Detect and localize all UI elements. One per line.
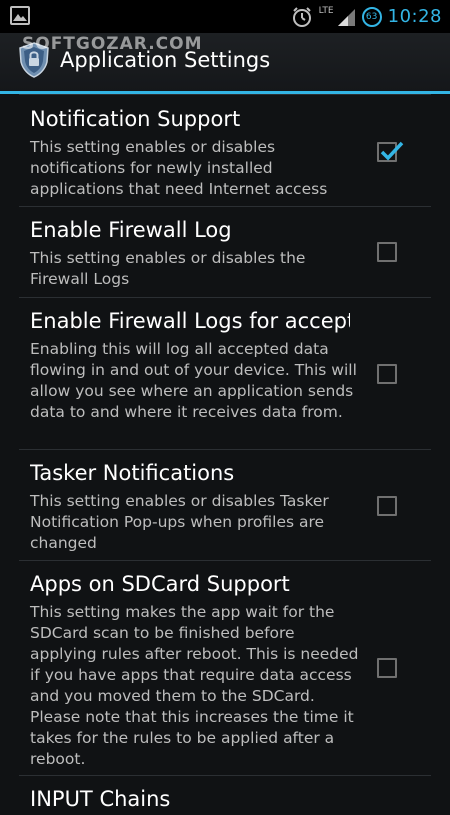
- setting-title: Enable Firewall Logs for accept: [30, 309, 350, 333]
- setting-description: This setting enables or disables the Fir…: [30, 249, 306, 288]
- alarm-icon: [292, 6, 311, 27]
- setting-title: Enable Firewall Log: [30, 218, 232, 242]
- clock: 10:28: [387, 6, 442, 27]
- setting-description: This setting enables or disables Tasker …: [30, 492, 329, 552]
- gallery-icon: [10, 6, 30, 25]
- battery-icon: 63: [361, 6, 382, 27]
- check-icon: [380, 141, 404, 161]
- setting-description: This setting enables or disables notific…: [30, 138, 328, 198]
- setting-description: Enabling this will log all accepted data…: [30, 340, 357, 421]
- notification-support-checkbox[interactable]: [377, 141, 404, 162]
- setting-apps-on-sdcard[interactable]: Apps on SDCard Support This setting make…: [19, 560, 431, 775]
- enable-firewall-log-checkbox[interactable]: [377, 242, 397, 262]
- tasker-notifications-checkbox[interactable]: [377, 496, 397, 516]
- setting-title: INPUT Chains: [30, 787, 171, 811]
- setting-description: This setting makes the app wait for the …: [30, 603, 359, 768]
- setting-enable-firewall-log[interactable]: Enable Firewall Log This setting enables…: [19, 206, 431, 297]
- settings-list: Notification Support This setting enable…: [0, 94, 450, 815]
- apps-on-sdcard-checkbox[interactable]: [377, 658, 397, 678]
- setting-title: Tasker Notifications: [30, 461, 235, 485]
- firewall-logs-accept-checkbox[interactable]: [377, 364, 397, 384]
- setting-title: Notification Support: [30, 107, 241, 131]
- status-bar: LTE 63 10:28: [0, 0, 450, 33]
- setting-tasker-notifications[interactable]: Tasker Notifications This setting enable…: [19, 449, 431, 560]
- setting-notification-support[interactable]: Notification Support This setting enable…: [19, 94, 431, 206]
- network-type: LTE: [318, 5, 334, 16]
- signal-icon: [337, 8, 355, 26]
- setting-input-chains[interactable]: INPUT Chains: [19, 775, 431, 815]
- setting-title: Apps on SDCard Support: [30, 572, 290, 596]
- battery-level: 63: [365, 11, 378, 22]
- watermark: SOFTGOZAR.COM: [22, 34, 203, 54]
- setting-firewall-logs-accept[interactable]: Enable Firewall Logs for accept Enabling…: [19, 297, 431, 449]
